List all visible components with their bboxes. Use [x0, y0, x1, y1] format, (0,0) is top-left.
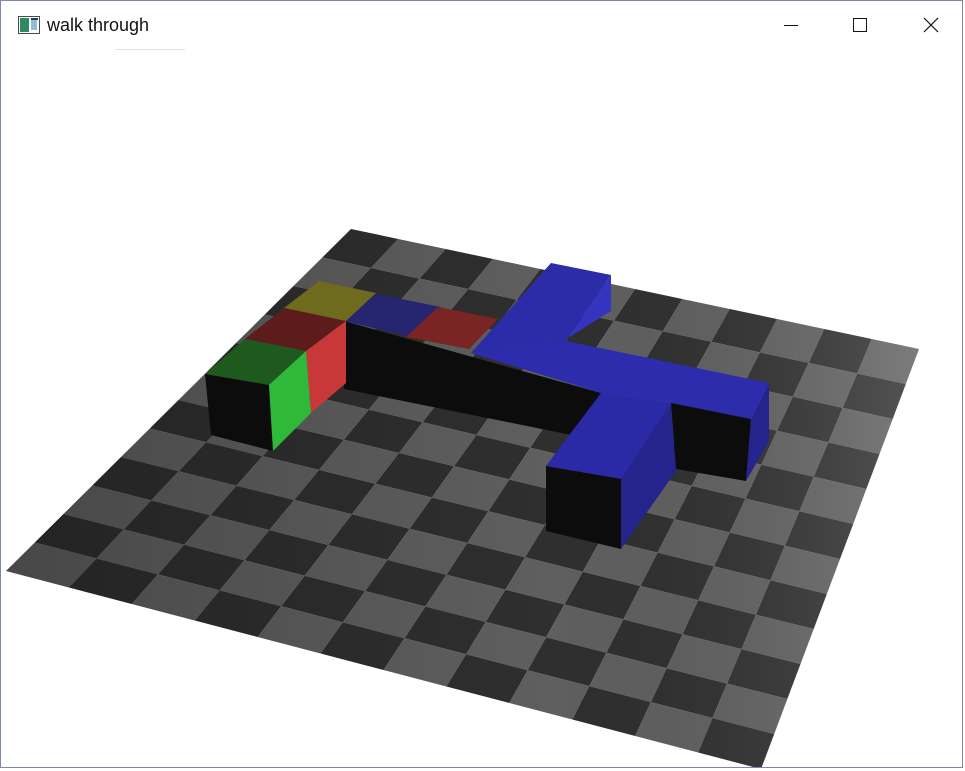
app-window: walk through: [0, 0, 963, 768]
close-icon: [922, 16, 940, 34]
floor-lighting: [6, 229, 919, 767]
3d-scene: [6, 229, 919, 767]
title-bar[interactable]: walk through: [1, 1, 962, 49]
maximize-icon: [852, 17, 868, 33]
maximize-button[interactable]: [825, 1, 895, 49]
minimize-icon: [783, 17, 799, 33]
app-window-icon: [18, 16, 40, 34]
window-title: walk through: [47, 15, 150, 35]
render-viewport[interactable]: [1, 49, 962, 767]
minimize-button[interactable]: [756, 1, 826, 49]
close-button[interactable]: [896, 1, 962, 49]
